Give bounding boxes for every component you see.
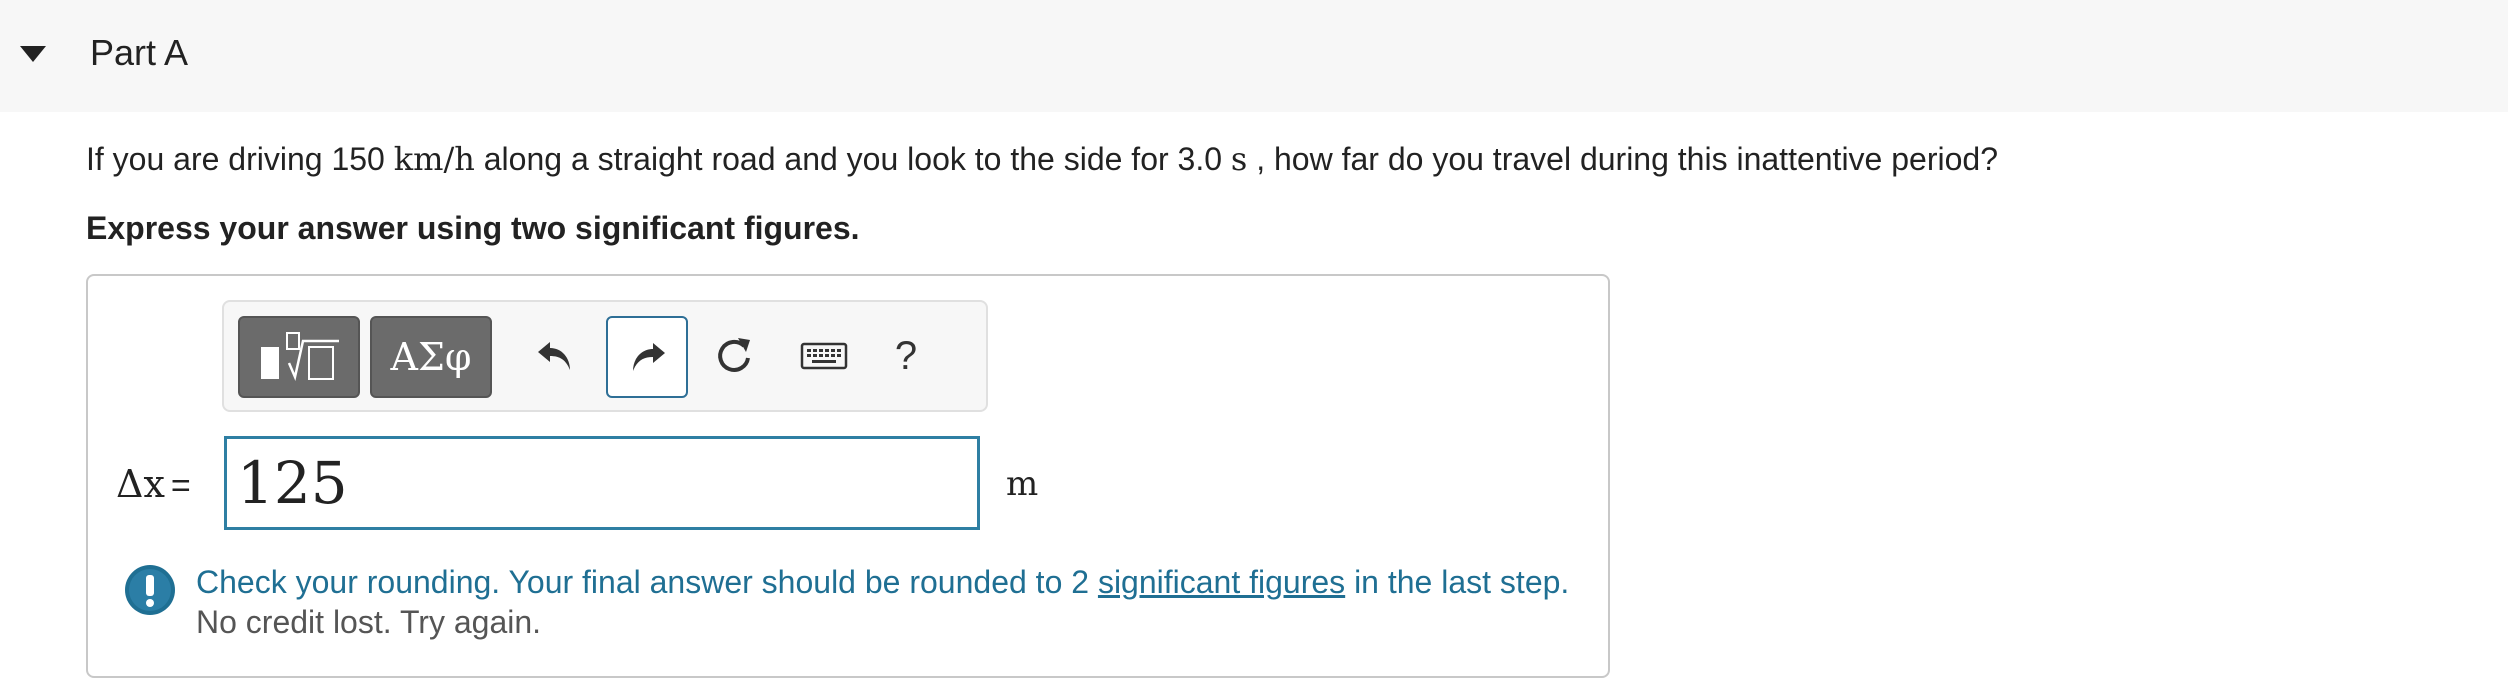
undo-icon <box>538 342 570 370</box>
question-text-after: , how far do you travel during this inat… <box>1256 141 1998 177</box>
redo-icon <box>633 343 665 371</box>
reset-button[interactable] <box>702 324 766 388</box>
significant-figures-link[interactable]: significant figures <box>1098 564 1345 600</box>
question-text-before: If you are driving 150 <box>86 141 385 177</box>
part-title: Part A <box>90 32 189 73</box>
caret-down-icon[interactable] <box>18 44 48 64</box>
keyboard-icon <box>800 342 848 370</box>
reset-icon <box>718 338 750 372</box>
templates-icon <box>261 332 339 382</box>
instruction-text: Express your answer using two significan… <box>86 210 860 246</box>
keyboard-button[interactable] <box>792 324 856 388</box>
speed-unit: km/h <box>393 140 475 178</box>
question-text: If you are driving 150 km/h along a stra… <box>86 140 1998 178</box>
undo-button[interactable] <box>524 324 588 388</box>
part-header[interactable]: Part A <box>0 0 2508 112</box>
redo-button[interactable] <box>606 316 688 398</box>
feedback-message: Check your rounding. Your final answer s… <box>196 564 1569 601</box>
feedback-subtext: No credit lost. Try again. <box>196 604 542 640</box>
equals-sign: = <box>170 467 191 505</box>
math-toolbar: ΑΣφ ? <box>222 300 988 412</box>
feedback-text-after: in the last step. <box>1354 564 1570 600</box>
symbols-button[interactable]: ΑΣφ <box>370 316 492 398</box>
time-unit: s <box>1230 140 1248 178</box>
answer-variable: Δx <box>116 462 165 506</box>
answer-variable-label: Δx = <box>116 462 191 506</box>
templates-button[interactable] <box>238 316 360 398</box>
answer-input[interactable] <box>224 436 980 530</box>
feedback-text-before: Check your rounding. Your final answer s… <box>196 564 1090 600</box>
answer-unit: m <box>1006 464 1039 504</box>
question-text-middle: along a straight road and you look to th… <box>483 141 1223 177</box>
help-button[interactable]: ? <box>874 324 938 388</box>
exclamation-icon <box>125 565 175 615</box>
answer-box: ΑΣφ ? Δx = 125 m Check your rounding. Yo… <box>86 274 1610 678</box>
